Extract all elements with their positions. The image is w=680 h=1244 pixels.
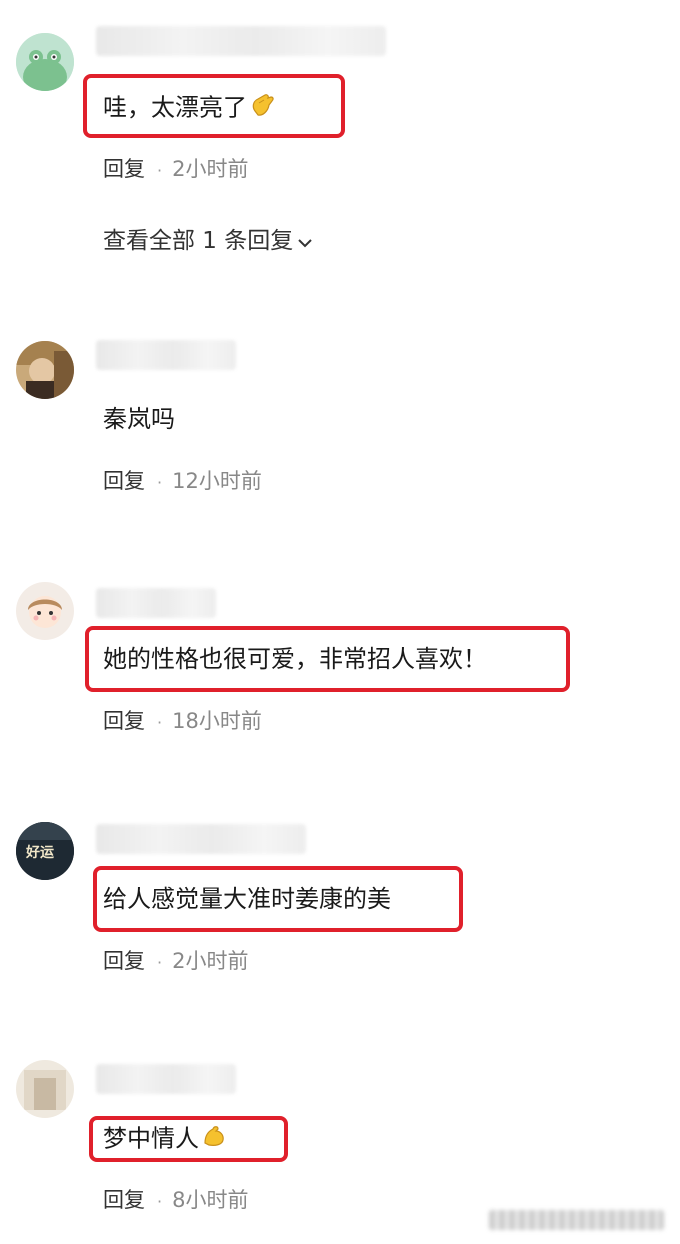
timestamp: 2小时前 <box>172 949 249 973</box>
comment-text: 秦岚吗 <box>103 404 175 434</box>
reply-button[interactable]: 回复 <box>103 469 145 493</box>
reply-button[interactable]: 回复 <box>103 709 145 733</box>
comment-item: 好运 给人感觉量大准时姜康的美 回复 · 2小时前 <box>0 810 680 990</box>
comment-text-content: 哇，太漂亮了 <box>103 93 247 122</box>
separator-dot: · <box>157 953 163 972</box>
view-all-replies-button[interactable]: 查看全部 1 条回复 <box>103 227 313 256</box>
frog-avatar-icon <box>16 33 74 91</box>
separator-dot: · <box>157 161 163 180</box>
comment-text-content: 梦中情人 <box>103 1124 199 1153</box>
comment-text-content: 她的性格也很可爱，非常招人喜欢！ <box>103 645 487 673</box>
comment-text-content: 给人感觉量大准时姜康的美 <box>103 885 391 913</box>
avatar[interactable] <box>16 341 74 399</box>
comment-text: 梦中情人 <box>103 1123 227 1156</box>
comment-item: 她的性格也很可爱，非常招人喜欢！ 回复 · 18小时前 <box>0 570 680 750</box>
portrait-avatar-icon <box>16 341 74 399</box>
username-blurred[interactable] <box>96 588 216 618</box>
view-all-replies-label: 查看全部 1 条回复 <box>103 228 294 254</box>
comment-text: 哇，太漂亮了 <box>103 91 277 126</box>
separator-dot: · <box>157 713 163 732</box>
avatar[interactable]: 好运 <box>16 822 74 880</box>
username-blurred[interactable] <box>96 824 306 854</box>
avatar[interactable] <box>16 33 74 91</box>
timestamp: 2小时前 <box>172 157 249 181</box>
username-blurred[interactable] <box>96 1064 236 1094</box>
separator-dot: · <box>157 1192 163 1211</box>
reply-button[interactable]: 回复 <box>103 1188 145 1212</box>
flexed-biceps-emoji-icon <box>201 1123 227 1156</box>
reply-button[interactable]: 回复 <box>103 949 145 973</box>
timestamp: 18小时前 <box>172 709 262 733</box>
comment-item: 秦岚吗 回复 · 12小时前 <box>0 330 680 510</box>
timestamp: 8小时前 <box>172 1188 249 1212</box>
avatar[interactable] <box>16 582 74 640</box>
username-blurred[interactable] <box>96 340 236 370</box>
comment-meta: 回复 · 12小时前 <box>103 468 262 494</box>
clapping-hand-emoji-icon <box>249 91 277 126</box>
comment-text: 给人感觉量大准时姜康的美 <box>103 884 391 914</box>
watermark-blurred <box>489 1210 664 1230</box>
comment-meta: 回复 · 8小时前 <box>103 1187 248 1213</box>
comment-meta: 回复 · 2小时前 <box>103 948 248 974</box>
timestamp: 12小时前 <box>172 469 262 493</box>
comment-text: 她的性格也很可爱，非常招人喜欢！ <box>103 644 487 674</box>
comment-meta: 回复 · 2小时前 <box>103 156 248 182</box>
chevron-down-icon <box>297 228 313 256</box>
avatar[interactable] <box>16 1060 74 1118</box>
photo-avatar-icon <box>16 1060 74 1118</box>
cartoon-girl-avatar-icon <box>16 582 74 640</box>
comment-meta: 回复 · 18小时前 <box>103 708 262 734</box>
comment-item: 哇，太漂亮了 回复 · 2小时前 查看全部 1 条回复 <box>0 0 680 270</box>
reply-button[interactable]: 回复 <box>103 157 145 181</box>
username-blurred[interactable] <box>96 26 386 56</box>
separator-dot: · <box>157 473 163 492</box>
comment-text-content: 秦岚吗 <box>103 405 175 433</box>
avatar-text: 好运 <box>26 845 54 861</box>
